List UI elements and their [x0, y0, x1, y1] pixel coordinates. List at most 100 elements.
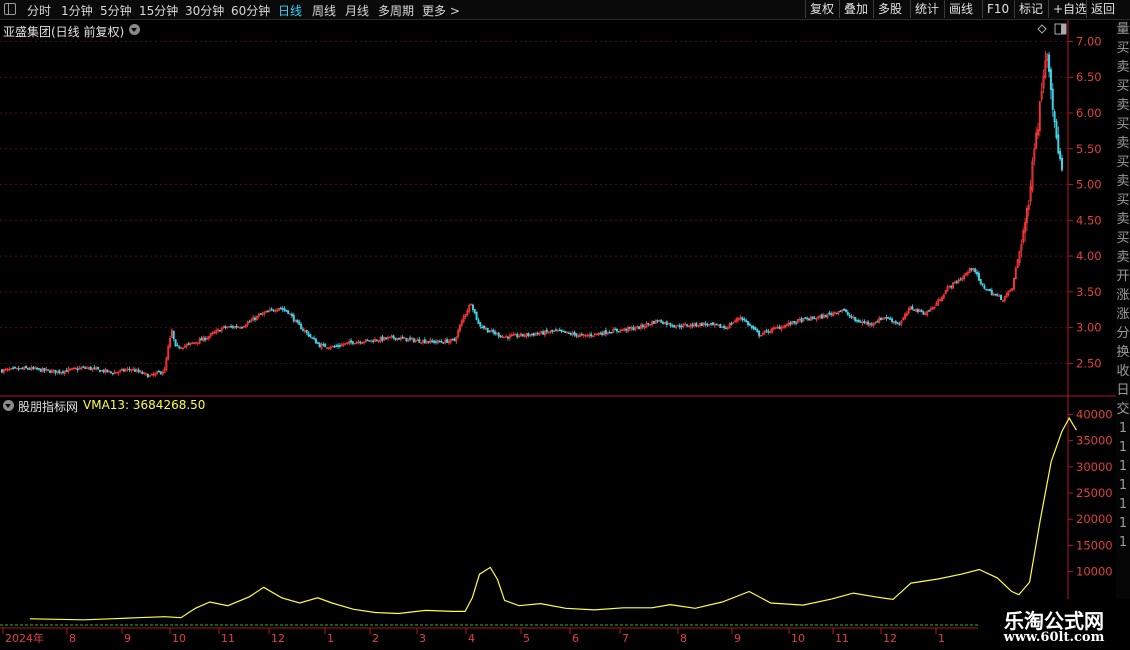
candle: [224, 325, 227, 330]
candle: [758, 330, 761, 339]
diamond-icon[interactable]: [1037, 24, 1047, 34]
candle: [780, 324, 783, 332]
tab-1min[interactable]: 1分钟: [61, 2, 93, 19]
tab-more[interactable]: 更多 >: [422, 2, 460, 19]
f10-button[interactable]: F10: [982, 0, 1013, 18]
candle: [324, 342, 327, 348]
candle: [747, 321, 750, 327]
candle: [981, 283, 984, 287]
candle: [800, 316, 803, 324]
vma13-line: [29, 416, 1077, 621]
candle: [257, 312, 260, 319]
candle: [52, 369, 55, 374]
candle: [265, 309, 268, 313]
candle: [604, 327, 607, 337]
draw-line-button[interactable]: 画线: [944, 0, 977, 18]
candle: [832, 311, 835, 317]
candle: [506, 336, 509, 341]
candle: [418, 336, 421, 343]
candle: [403, 336, 406, 339]
candle: [669, 322, 672, 328]
add-watchlist-button[interactable]: +自选: [1048, 0, 1091, 18]
tab-fenshi[interactable]: 分时: [27, 2, 51, 19]
tab-5min[interactable]: 5分钟: [100, 2, 132, 19]
candle: [501, 334, 504, 339]
candle: [534, 332, 537, 336]
strip-char: 买: [1116, 193, 1130, 208]
candle: [940, 295, 943, 302]
mark-button[interactable]: 标记: [1014, 0, 1047, 18]
candle: [610, 331, 613, 334]
stats-button[interactable]: 统计: [910, 0, 943, 18]
panel-toggle-icon[interactable]: [4, 3, 16, 15]
tab-daily[interactable]: 日线: [278, 2, 302, 19]
candle: [819, 314, 822, 320]
candle: [883, 316, 886, 321]
candle: [719, 323, 722, 328]
candle: [56, 371, 59, 375]
candle: [667, 322, 670, 325]
candle: [577, 334, 580, 339]
candle: [778, 324, 781, 330]
candle: [309, 333, 312, 339]
multi-stock-button[interactable]: 多股: [873, 0, 906, 18]
candle: [907, 306, 910, 315]
candle: [521, 333, 524, 338]
candle: [45, 366, 48, 373]
candle: [85, 365, 88, 369]
candle: [100, 369, 103, 372]
candle: [205, 335, 208, 341]
candle: [444, 338, 447, 345]
candle: [564, 330, 567, 334]
fuquan-button[interactable]: 复权: [805, 0, 838, 18]
candle: [706, 322, 709, 327]
candle: [874, 321, 877, 325]
title-dropdown-icon[interactable]: [129, 24, 140, 35]
strip-char: 交: [1116, 402, 1130, 417]
overlay-button[interactable]: 叠加: [839, 0, 872, 18]
candle: [60, 371, 63, 375]
strip-char: 开: [1116, 269, 1130, 284]
tab-multi-period[interactable]: 多周期: [378, 2, 414, 19]
candle: [734, 318, 737, 323]
time-tick-label: 11: [221, 632, 235, 645]
candle: [976, 269, 979, 277]
back-button[interactable]: 返回: [1086, 0, 1119, 18]
candle: [765, 328, 768, 334]
candle: [992, 292, 995, 296]
candle: [253, 315, 256, 323]
candle: [366, 338, 369, 342]
kline-chart[interactable]: 7.00 6.50 6.00 5.50 5.00 4.50 4.00 3.50 3.00 2.50…: [0, 20, 1116, 650]
candle: [475, 311, 478, 321]
tab-15min[interactable]: 15分钟: [139, 2, 178, 19]
candle: [218, 329, 221, 332]
tab-60min[interactable]: 60分钟: [231, 2, 270, 19]
candle: [431, 338, 434, 343]
tab-30min[interactable]: 30分钟: [185, 2, 224, 19]
tab-weekly[interactable]: 周线: [312, 2, 336, 19]
tab-monthly[interactable]: 月线: [345, 2, 369, 19]
candle: [6, 367, 9, 372]
candle: [320, 342, 323, 351]
candle: [399, 335, 402, 342]
candle: [588, 332, 591, 339]
candle: [392, 334, 395, 340]
candle: [434, 339, 437, 345]
candle: [34, 365, 37, 370]
candle: [326, 347, 329, 350]
candle: [508, 332, 511, 341]
candle: [383, 336, 386, 342]
candle: [198, 337, 201, 345]
candle: [538, 332, 541, 336]
candle: [137, 367, 140, 374]
candle: [1036, 122, 1039, 139]
strip-char: 涨: [1116, 307, 1130, 322]
candle: [1044, 51, 1047, 80]
candle: [401, 334, 404, 340]
candle: [307, 331, 310, 338]
candle: [625, 328, 628, 334]
indicator-dropdown-icon[interactable]: [3, 400, 14, 411]
time-tick-label: 2: [372, 632, 379, 645]
candle: [386, 335, 389, 341]
candle: [597, 332, 600, 337]
